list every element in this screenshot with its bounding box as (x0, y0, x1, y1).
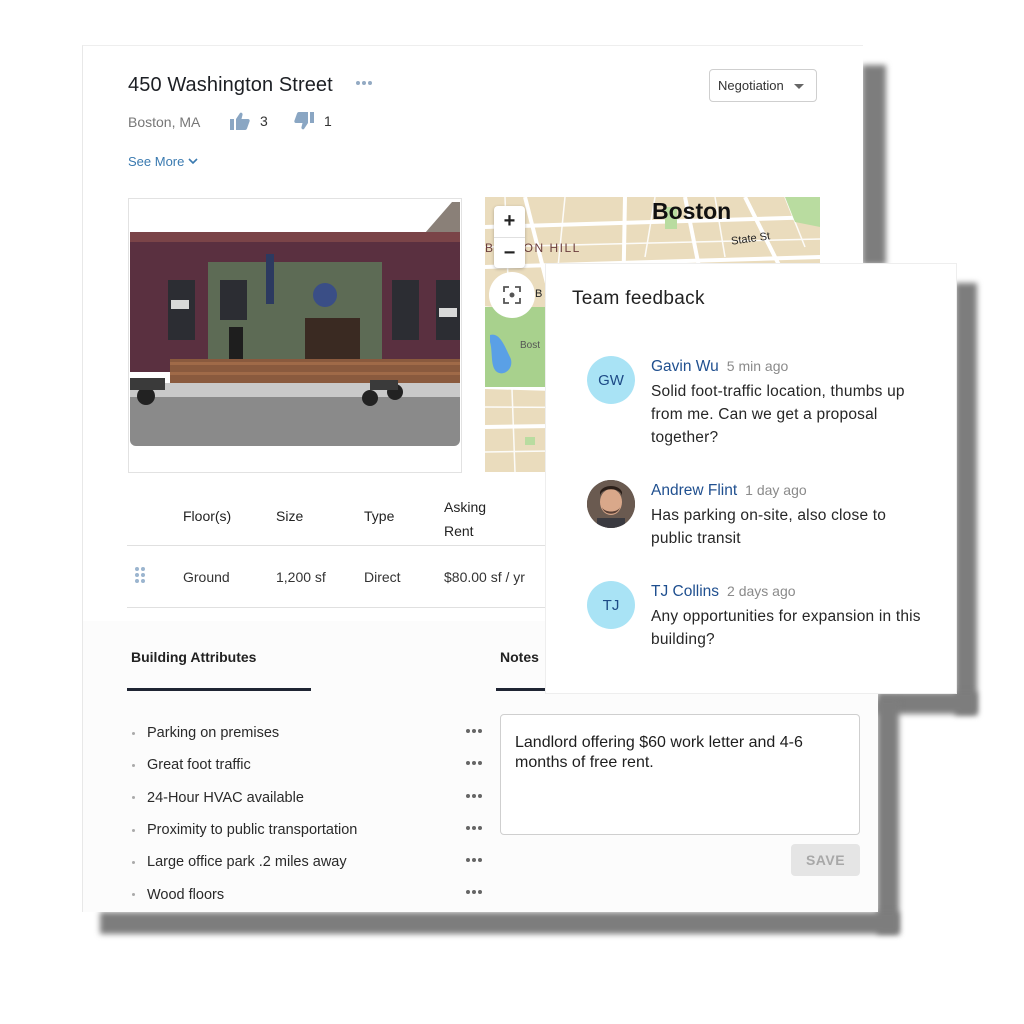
feedback-time: 1 day ago (745, 482, 807, 498)
listing-location: Boston, MA (128, 114, 201, 130)
attribute-item: Parking on premises (128, 717, 488, 749)
map-zoom-controls: + − (494, 206, 525, 268)
feedback-text: Has parking on-site, also close to publi… (651, 507, 887, 547)
attribute-more-button[interactable] (466, 825, 482, 830)
cell-type: Direct (364, 569, 401, 585)
bullet (132, 731, 135, 735)
author-name: Andrew Flint (651, 482, 738, 499)
see-more-link[interactable]: See More (128, 154, 198, 169)
thumbs-down-button[interactable]: 1 (294, 112, 332, 130)
recenter-icon (503, 286, 521, 304)
avatar-photo (587, 480, 635, 528)
attribute-label: Proximity to public transportation (147, 822, 358, 839)
bullet (132, 828, 135, 832)
bullet (132, 763, 135, 767)
property-photo-frame (128, 198, 462, 473)
feedback-author[interactable]: Gavin Wu 5 min ago (651, 358, 788, 376)
attribute-more-button[interactable] (466, 858, 482, 863)
map-partial-label: B (535, 288, 543, 300)
author-name: Gavin Wu (651, 358, 719, 375)
attribute-label: Great foot traffic (147, 757, 251, 774)
author-name: TJ Collins (651, 583, 720, 600)
attribute-item: Wood floors (128, 878, 488, 910)
thumbs-up-icon (230, 112, 250, 130)
table-header-divider (127, 545, 607, 546)
column-header-asking-rent: Asking Rent (444, 495, 486, 543)
attribute-label: Large office park .2 miles away (147, 854, 347, 871)
property-photo[interactable] (130, 200, 460, 446)
bottom-panel-shadow-bottom (100, 912, 899, 934)
attribute-more-button[interactable] (466, 729, 482, 733)
tab-building-attributes[interactable]: Building Attributes (131, 649, 256, 665)
feedback-panel-shadow (955, 283, 977, 715)
notes-textarea[interactable]: Landlord offering $60 work letter and 4-… (500, 714, 860, 835)
zoom-out-button[interactable]: − (494, 238, 525, 269)
bullet (132, 796, 135, 800)
asking-rent-line-2: Rent (444, 523, 474, 539)
attribute-more-button[interactable] (466, 890, 482, 895)
zoom-in-button[interactable]: + (494, 206, 525, 238)
listing-more-button[interactable] (356, 74, 374, 90)
table-row-divider (127, 607, 607, 608)
attribute-label: Wood floors (147, 886, 225, 903)
thumbs-up-count: 3 (260, 113, 268, 129)
chevron-down-icon (188, 158, 198, 165)
attribute-more-button[interactable] (466, 793, 482, 798)
map-city-label: Boston (652, 198, 732, 224)
attribute-item: Proximity to public transportation (128, 814, 488, 846)
thumbs-down-icon (294, 112, 314, 130)
column-header-type: Type (364, 508, 395, 524)
storefront-image (130, 200, 460, 446)
attribute-item: Large office park .2 miles away (128, 846, 488, 878)
avatar: GW (587, 356, 635, 404)
feedback-text: Any opportunities for expansion in this … (651, 608, 921, 648)
feedback-author[interactable]: Andrew Flint 1 day ago (651, 482, 807, 500)
column-header-size: Size (276, 508, 304, 524)
feedback-author[interactable]: TJ Collins 2 days ago (651, 583, 796, 601)
attribute-label: Parking on premises (147, 725, 280, 742)
team-feedback-panel: Team feedback GW Gavin Wu 5 min ago Solid… (545, 263, 957, 694)
recenter-button[interactable] (489, 272, 535, 318)
caret-down-icon (794, 84, 804, 89)
attribute-item: 24-Hour HVAC available (128, 782, 488, 814)
listing-title: 450 Washington Street (128, 74, 333, 96)
status-dropdown[interactable]: Negotiation (709, 69, 817, 102)
person-photo-icon (587, 480, 635, 528)
column-header-floors: Floor(s) (183, 508, 232, 524)
status-selected-value: Negotiation (718, 78, 784, 93)
tab-notes[interactable]: Notes (500, 649, 539, 665)
thumbs-up-button[interactable]: 3 (230, 112, 268, 130)
drag-handle-icon[interactable] (135, 567, 145, 583)
thumbs-down-count: 1 (324, 113, 332, 129)
attribute-item: Great foot traffic (128, 749, 488, 781)
cell-size: 1,200 sf (276, 569, 326, 585)
team-feedback-title: Team feedback (572, 288, 705, 309)
feedback-time: 5 min ago (726, 358, 789, 374)
attribute-more-button[interactable] (466, 761, 482, 766)
feedback-time: 2 days ago (727, 583, 796, 599)
attribute-label: 24-Hour HVAC available (147, 789, 304, 806)
cell-asking-rent: $80.00 sf / yr (444, 569, 525, 585)
avatar: TJ (587, 581, 635, 629)
save-button[interactable]: SAVE (791, 844, 860, 876)
tab-underline-building-attributes (127, 688, 311, 691)
bottom-panel-shadow-right (877, 700, 899, 934)
top-panel-shadow (862, 65, 886, 265)
bullet (132, 860, 135, 864)
bullet (132, 893, 135, 897)
tab-underline-notes (496, 688, 546, 691)
feedback-text: Solid foot-traffic location, thumbs up f… (651, 383, 905, 446)
asking-rent-line-1: Asking (444, 499, 487, 515)
cell-floor: Ground (183, 569, 230, 585)
map-partial-label: Bost (520, 340, 541, 351)
building-attributes-list: Parking on premises Great foot traffic 2… (128, 717, 488, 911)
see-more-label: See More (128, 154, 185, 169)
